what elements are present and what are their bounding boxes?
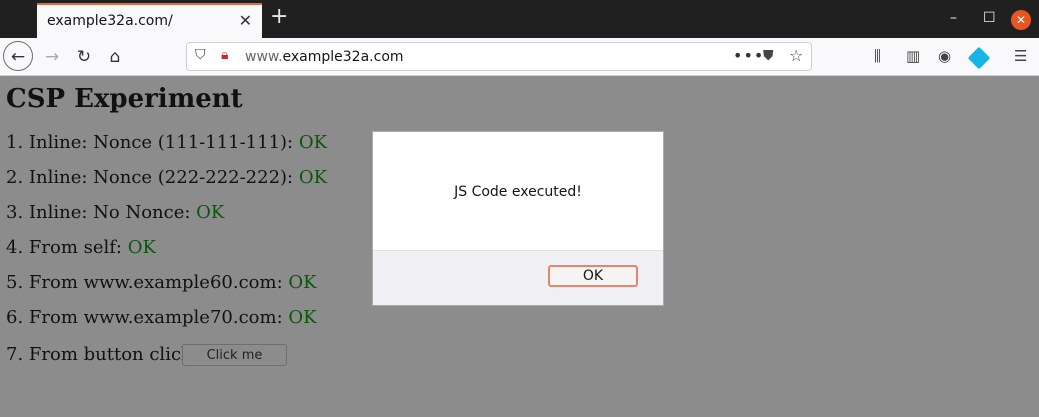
list-item: 3. Inline: No Nonce: OK <box>6 202 225 223</box>
status-ok: OK <box>196 202 225 223</box>
tab-strip: example32a.com/ ✕ + – ☐ ✕ <box>0 0 1039 38</box>
nav-bar: ← → ↻ ⌂ ⛉ 🔒︎ www.example32a.com ••• ⛊ ☆ … <box>0 38 1039 76</box>
library-icon[interactable]: ⫼ <box>874 47 881 65</box>
plus-icon[interactable]: + <box>270 6 288 28</box>
tab-title: example32a.com/ <box>47 13 173 29</box>
status-ok: OK <box>288 272 317 293</box>
home-icon[interactable]: ⌂ <box>101 43 129 71</box>
status-ok: OK <box>288 307 317 328</box>
url-text[interactable]: www.example32a.com <box>245 49 404 65</box>
url-bar[interactable]: ⛉ 🔒︎ www.example32a.com ••• ⛊ ☆ <box>186 42 812 71</box>
back-arrow-icon[interactable]: ← <box>3 41 33 71</box>
alert-dialog: JS Code executed! OK <box>372 131 664 306</box>
minimize-icon[interactable]: – <box>950 10 957 26</box>
tab-example32a[interactable]: example32a.com/ ✕ <box>37 3 262 38</box>
button-item-label: 7. From button click: <box>6 344 198 365</box>
close-icon[interactable]: ✕ <box>239 11 252 30</box>
list-item: 2. Inline: Nonce (222-222-222): OK <box>6 167 328 188</box>
account-icon[interactable]: ◉ <box>938 47 951 65</box>
shield-icon[interactable]: ⛉ <box>195 47 206 63</box>
dialog-message: JS Code executed! <box>454 184 582 200</box>
list-item: 1. Inline: Nonce (111-111-111): OK <box>6 132 328 153</box>
reload-icon[interactable]: ↻ <box>70 43 98 71</box>
list-item: 6. From www.example70.com: OK <box>6 307 317 328</box>
click-me-button[interactable]: Click me <box>182 344 287 366</box>
page-title: CSP Experiment <box>6 84 243 114</box>
extension-icon[interactable] <box>967 46 991 70</box>
ok-button[interactable]: OK <box>548 265 638 287</box>
sidebar-icon[interactable]: ▥ <box>906 47 920 65</box>
menu-icon[interactable]: ☰ <box>1014 47 1027 65</box>
forward-arrow-icon[interactable]: → <box>38 43 66 71</box>
star-icon[interactable]: ☆ <box>789 46 803 65</box>
dialog-footer: OK <box>373 250 663 305</box>
list-item: 5. From www.example60.com: OK <box>6 272 317 293</box>
status-ok: OK <box>298 132 328 153</box>
list-item: 4. From self: OK <box>6 237 156 258</box>
status-ok: OK <box>298 167 328 188</box>
more-icon[interactable]: ••• <box>733 46 764 65</box>
pocket-icon[interactable]: ⛊ <box>763 48 774 64</box>
maximize-icon[interactable]: ☐ <box>983 10 996 26</box>
window-close-icon[interactable]: ✕ <box>1011 10 1031 30</box>
status-ok: OK <box>127 237 156 258</box>
insecure-lock-icon[interactable]: 🔒︎ <box>221 47 228 63</box>
